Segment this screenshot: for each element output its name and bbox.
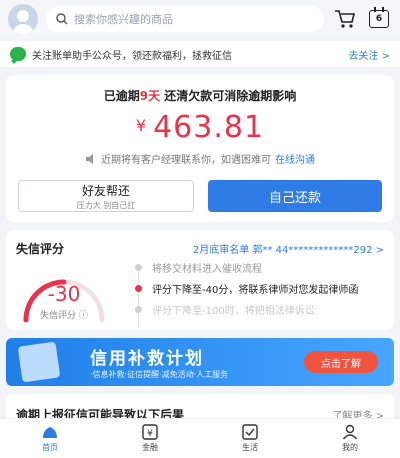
- score-gauge: -30 失信评分 ⓘ: [18, 264, 110, 324]
- amount-value: 463.81: [153, 110, 265, 145]
- penalty-timeline: 将移交材料进入催收流程 评分下降至-40分，将联系律师对您发起律师函 评分下降至…: [132, 260, 386, 328]
- hint-text: 近期将有客户经理联系你，如遇困难可: [101, 155, 271, 166]
- blacklist-link[interactable]: 2月底审名单 郭** 44*************292 >: [193, 241, 384, 256]
- home-icon: [41, 424, 59, 440]
- wechat-notice[interactable]: 关注账单助手公众号，领还款福利，拯救征信 去关注 >: [0, 41, 400, 67]
- calendar-button[interactable]: 6: [366, 6, 392, 32]
- document-icon: [17, 341, 61, 383]
- tab-life-label: 生活: [242, 443, 258, 452]
- self-repay-button[interactable]: 自己还款: [208, 180, 382, 212]
- avatar[interactable]: [8, 4, 38, 34]
- timeline-item-current: 评分下降至-40分，将联系律师对您发起律师函: [132, 281, 386, 296]
- tab-profile[interactable]: 我的: [300, 419, 400, 458]
- svg-text:¥: ¥: [147, 429, 153, 439]
- top-bar: 搜索你感兴趣的商品 6: [0, 0, 400, 38]
- overdue-suffix: 还清欠款可消除逾期影响: [160, 89, 297, 103]
- cart-icon: [335, 10, 356, 28]
- friend-repay-sub: 压力大 别自己扛: [76, 200, 136, 210]
- online-chat-link[interactable]: 在线沟通: [275, 151, 315, 166]
- tab-life[interactable]: 生活: [200, 419, 300, 458]
- credit-score-title: 失信评分: [16, 242, 65, 256]
- banner-subtitle: ·信息补救·征信提醒·减免活动·人工服务: [90, 370, 229, 379]
- bottom-tab-bar: 首页 ¥ 金融 生活 我的: [0, 418, 400, 458]
- banner-learn-button[interactable]: 点击了解: [304, 351, 378, 373]
- timeline-item: 将移交材料进入催收流程: [132, 260, 386, 275]
- overdue-prefix: 已逾期: [103, 89, 140, 103]
- search-input[interactable]: 搜索你感兴趣的商品: [46, 6, 324, 32]
- speaker-icon: [86, 153, 93, 164]
- credit-score-card: 失信评分 2月底审名单 郭** 44*************292 > -30…: [6, 230, 394, 330]
- search-icon: [56, 13, 68, 25]
- life-icon: [241, 424, 259, 440]
- search-placeholder: 搜索你感兴趣的商品: [74, 13, 173, 26]
- profile-icon: [341, 424, 359, 440]
- wechat-icon: [10, 47, 26, 61]
- tab-home[interactable]: 首页: [0, 419, 100, 458]
- tab-finance[interactable]: ¥ 金融: [100, 419, 200, 458]
- notice-text: 关注账单助手公众号，领还款福利，拯救征信: [32, 50, 232, 62]
- follow-link[interactable]: 去关注 >: [348, 47, 390, 62]
- finance-icon: ¥: [141, 424, 159, 440]
- score-label: 失信评分 ⓘ: [40, 311, 88, 321]
- timeline-item: 评分下降至-100时，将把相法律诉讼: [132, 302, 386, 317]
- tab-profile-label: 我的: [342, 443, 358, 452]
- overdue-amount: ¥463.81: [16, 110, 384, 145]
- currency-symbol: ¥: [135, 116, 148, 135]
- credit-remedy-banner[interactable]: 信用补救计划 ·信息补救·征信提醒·减免活动·人工服务 点击了解: [6, 338, 394, 386]
- calendar-icon: 6: [369, 7, 389, 28]
- tab-finance-label: 金融: [142, 443, 158, 452]
- overdue-title: 已逾期9天 还清欠款可消除逾期影响: [16, 87, 384, 104]
- friend-repay-button[interactable]: 好友帮还 压力大 别自己扛: [18, 180, 194, 212]
- overdue-card: 已逾期9天 还清欠款可消除逾期影响 ¥463.81 近期将有客户经理联系你，如遇…: [6, 75, 394, 222]
- friend-repay-label: 好友帮还: [81, 183, 130, 198]
- tab-home-label: 首页: [42, 443, 58, 452]
- overdue-days: 9天: [139, 89, 161, 103]
- score-value: -30: [47, 282, 81, 306]
- contact-hint: 近期将有客户经理联系你，如遇困难可 在线沟通: [16, 151, 384, 166]
- cart-button[interactable]: [332, 6, 358, 32]
- banner-title: 信用补救计划: [90, 349, 204, 369]
